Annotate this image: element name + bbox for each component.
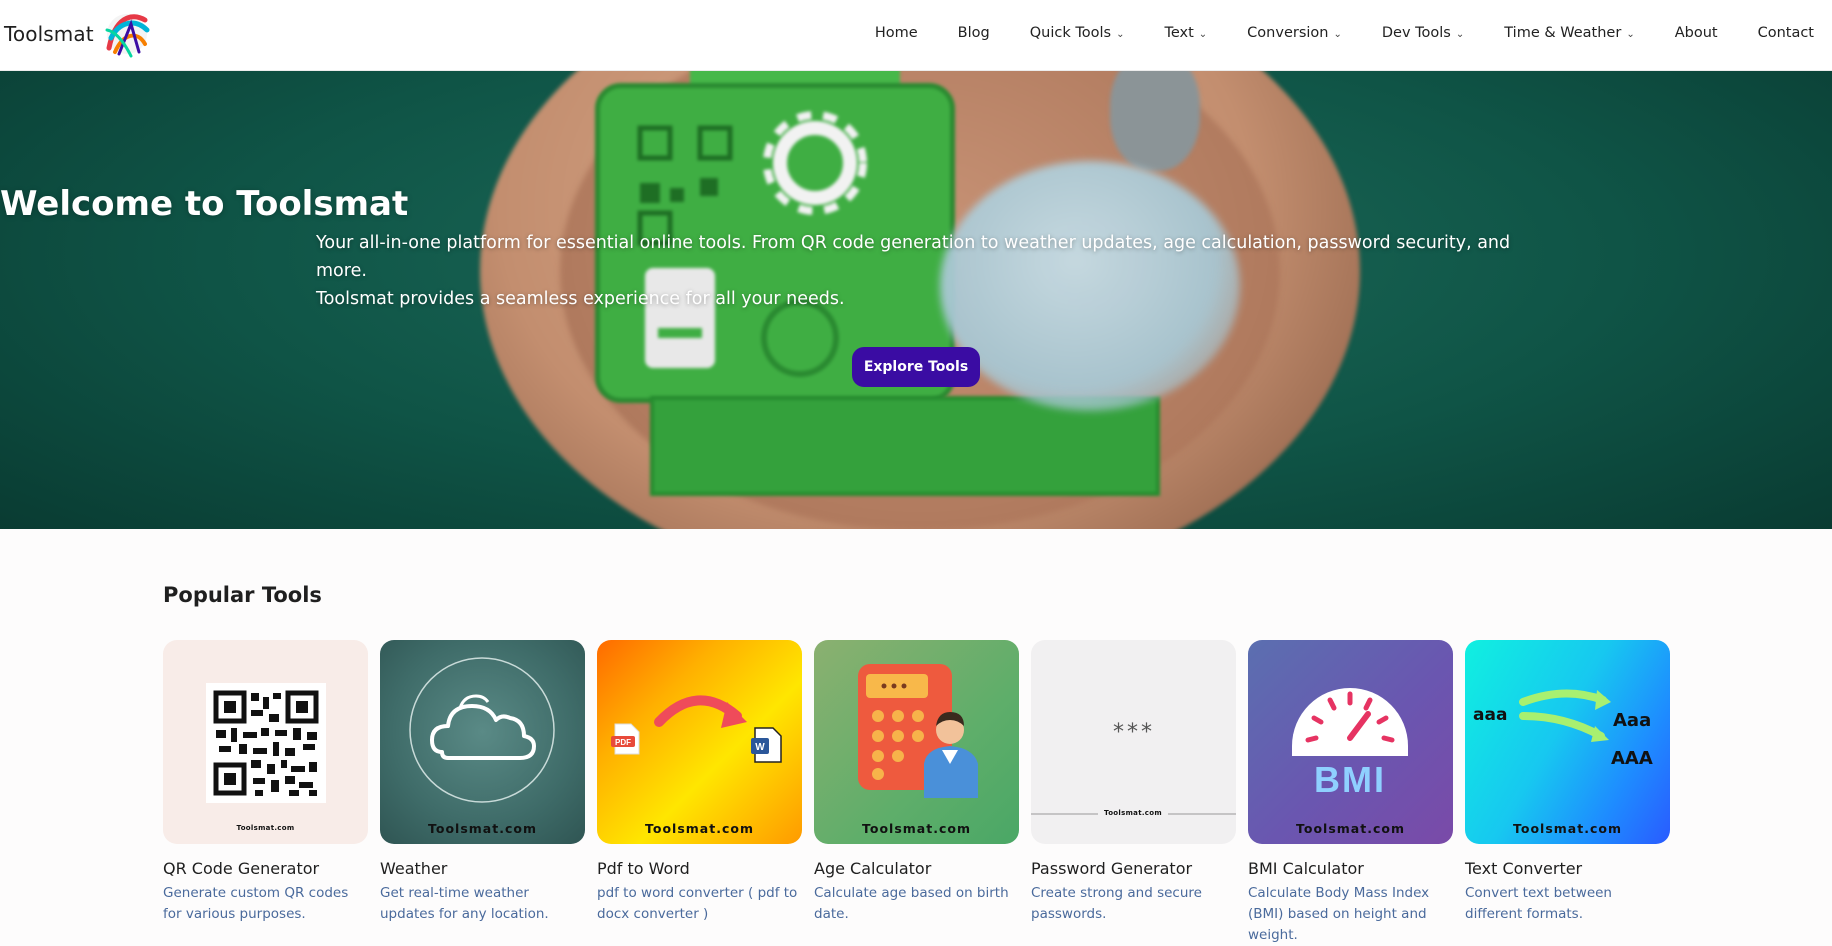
tool-card-weather[interactable]: Toolsmat.com Weather Get real-time weath… bbox=[380, 640, 585, 925]
pdf-to-word-icon: PDF W bbox=[611, 695, 782, 763]
password-mask-text: *** bbox=[1113, 720, 1155, 745]
tool-name[interactable]: QR Code Generator bbox=[163, 859, 368, 878]
nav-item-home[interactable]: Home bbox=[875, 25, 918, 41]
hero-title: Welcome to Toolsmat bbox=[0, 184, 409, 224]
hero-subtitle: Your all-in-one platform for essential o… bbox=[316, 229, 1516, 313]
toolsmat-logo-icon[interactable] bbox=[101, 8, 153, 60]
nav-item-time-weather[interactable]: Time & Weather ⌄ bbox=[1504, 25, 1634, 41]
hero-subtitle-line: Toolsmat provides a seamless experience … bbox=[316, 289, 845, 309]
bmi-label-text: BMI bbox=[1314, 759, 1386, 800]
text-sample-lower: aaa bbox=[1473, 705, 1507, 725]
thumbnail-watermark: Toolsmat.com bbox=[1098, 809, 1168, 817]
nav-label[interactable]: Home bbox=[875, 25, 918, 41]
pdf-badge-text: PDF bbox=[615, 738, 631, 747]
brand[interactable]: Toolsmat bbox=[4, 8, 153, 60]
nav-item-text[interactable]: Text ⌄ bbox=[1164, 25, 1207, 41]
brand-name[interactable]: Toolsmat bbox=[4, 22, 94, 46]
nav-label[interactable]: Contact bbox=[1758, 25, 1814, 41]
tool-description: Convert text between different formats. bbox=[1465, 885, 1612, 922]
tool-thumbnail[interactable]: PDF W Toolsmat.com bbox=[597, 640, 802, 844]
popular-tools-heading: Popular Tools bbox=[163, 583, 322, 607]
nav-label[interactable]: Blog bbox=[958, 25, 990, 41]
nav-label[interactable]: Time & Weather bbox=[1504, 25, 1621, 41]
nav-label[interactable]: About bbox=[1675, 25, 1718, 41]
tool-description: pdf to word converter ( pdf to docx conv… bbox=[597, 885, 798, 922]
chevron-down-icon[interactable]: ⌄ bbox=[1456, 29, 1464, 40]
tool-name[interactable]: Password Generator bbox=[1031, 859, 1236, 878]
tool-name[interactable]: Pdf to Word bbox=[597, 859, 802, 878]
cloud-icon bbox=[409, 657, 555, 803]
tool-thumbnail[interactable]: Toolsmat.com bbox=[814, 640, 1019, 844]
tool-thumbnail[interactable]: aaa Aaa AAA Toolsmat.com bbox=[1465, 640, 1670, 844]
tool-name[interactable]: Text Converter bbox=[1465, 859, 1670, 878]
chevron-down-icon[interactable]: ⌄ bbox=[1199, 29, 1207, 40]
thumbnail-watermark: Toolsmat.com bbox=[645, 821, 754, 836]
hero-background-barcode bbox=[650, 396, 1160, 496]
tool-description: Calculate Body Mass Index (BMI) based on… bbox=[1248, 885, 1430, 943]
text-case-icon: aaa Aaa AAA bbox=[1473, 689, 1653, 769]
chevron-down-icon[interactable]: ⌄ bbox=[1333, 29, 1341, 40]
tool-description: Generate custom QR codes for various pur… bbox=[163, 885, 349, 922]
chevron-down-icon[interactable]: ⌄ bbox=[1116, 29, 1124, 40]
explore-tools-button[interactable]: Explore Tools bbox=[852, 347, 980, 387]
tool-thumbnail[interactable]: Toolsmat.com bbox=[163, 640, 368, 844]
site-header: Toolsmat Home Blog Quick Tools ⌄ Text ⌄ Co… bbox=[0, 0, 1832, 71]
tool-card-bmi-calculator[interactable]: BMI Toolsmat.com BMI Calculator Calculat… bbox=[1248, 640, 1453, 946]
tool-card-qr-code[interactable]: Toolsmat.com QR Code Generator Generate … bbox=[163, 640, 368, 925]
tool-description: Get real-time weather updates for any lo… bbox=[380, 885, 549, 922]
tool-card-pdf-to-word[interactable]: PDF W Toolsmat.com Pdf to Word pdf to wo… bbox=[597, 640, 802, 925]
calculator-icon bbox=[858, 664, 978, 798]
nav-item-quick-tools[interactable]: Quick Tools ⌄ bbox=[1030, 25, 1125, 41]
thumbnail-watermark: Toolsmat.com bbox=[236, 824, 295, 832]
chevron-down-icon[interactable]: ⌄ bbox=[1626, 29, 1634, 40]
tool-description: Create strong and secure passwords. bbox=[1031, 885, 1202, 922]
tool-name[interactable]: Weather bbox=[380, 859, 585, 878]
nav-label[interactable]: Conversion bbox=[1247, 25, 1328, 41]
tool-thumbnail[interactable]: *** Toolsmat.com bbox=[1031, 640, 1236, 844]
nav-item-blog[interactable]: Blog bbox=[958, 25, 990, 41]
thumbnail-watermark: Toolsmat.com bbox=[862, 821, 971, 836]
hero-subtitle-line: Your all-in-one platform for essential o… bbox=[316, 233, 1511, 281]
thumbnail-watermark: Toolsmat.com bbox=[1513, 821, 1622, 836]
hero-background-wrench bbox=[1110, 71, 1200, 171]
tool-description: Calculate age based on birth date. bbox=[814, 885, 1009, 922]
text-sample-title: Aaa bbox=[1613, 710, 1651, 731]
tool-name[interactable]: Age Calculator bbox=[814, 859, 1019, 878]
qr-code-icon bbox=[206, 683, 326, 803]
tool-card-age-calculator[interactable]: Toolsmat.com Age Calculator Calculate ag… bbox=[814, 640, 1019, 925]
thumbnail-watermark: Toolsmat.com bbox=[1296, 821, 1405, 836]
bmi-gauge-icon: BMI bbox=[1292, 688, 1408, 800]
nav-label[interactable]: Text bbox=[1164, 25, 1193, 41]
nav-item-about[interactable]: About bbox=[1675, 25, 1718, 41]
tool-name[interactable]: BMI Calculator bbox=[1248, 859, 1453, 878]
nav-label[interactable]: Dev Tools bbox=[1382, 25, 1451, 41]
nav-label[interactable]: Quick Tools bbox=[1030, 25, 1111, 41]
tool-card-text-converter[interactable]: aaa Aaa AAA Toolsmat.com Text Converter … bbox=[1465, 640, 1670, 925]
thumbnail-watermark: Toolsmat.com bbox=[428, 821, 537, 836]
tool-thumbnail[interactable]: Toolsmat.com bbox=[380, 640, 585, 844]
nav-item-contact[interactable]: Contact bbox=[1758, 25, 1814, 41]
word-badge-text: W bbox=[755, 742, 765, 753]
tool-card-password-generator[interactable]: *** Toolsmat.com Password Generator Crea… bbox=[1031, 640, 1236, 925]
nav-item-conversion[interactable]: Conversion ⌄ bbox=[1247, 25, 1342, 41]
popular-tools-grid: Toolsmat.com QR Code Generator Generate … bbox=[163, 640, 1673, 944]
main-nav: Home Blog Quick Tools ⌄ Text ⌄ Conversion ⌄… bbox=[835, 0, 1832, 66]
text-sample-upper: AAA bbox=[1611, 748, 1653, 769]
hero-banner: Welcome to Toolsmat Your all-in-one plat… bbox=[0, 71, 1832, 529]
tool-thumbnail[interactable]: BMI Toolsmat.com bbox=[1248, 640, 1453, 844]
nav-item-dev-tools[interactable]: Dev Tools ⌄ bbox=[1382, 25, 1464, 41]
